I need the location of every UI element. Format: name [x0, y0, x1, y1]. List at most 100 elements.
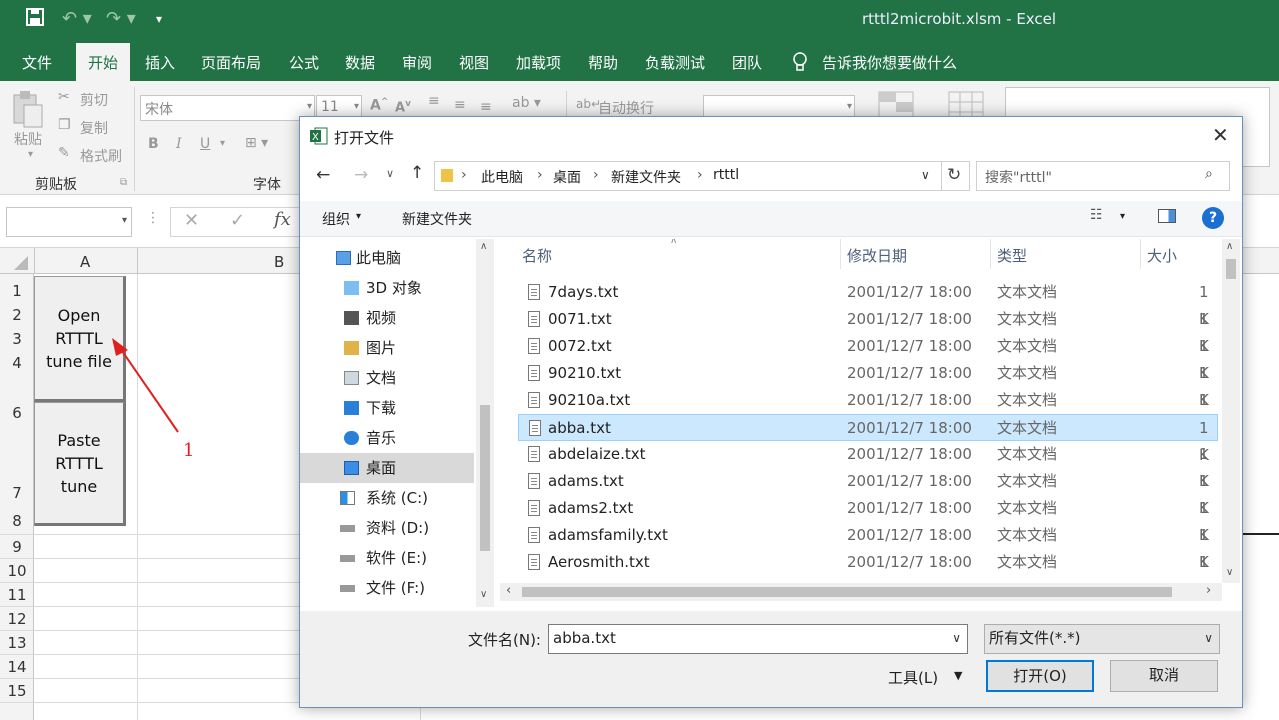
file-type: 文本文档 [997, 472, 1058, 490]
file-row[interactable]: adams2.txt 2001/12/7 18:00 文本文档 1 K [518, 495, 1218, 544]
nav-item-drive-c[interactable]: 系统 (C:) [300, 483, 474, 513]
chevron-up-icon[interactable]: ∧ [1226, 241, 1233, 252]
chevron-down-icon[interactable]: ∨ [1226, 567, 1233, 578]
search-input[interactable]: 搜索"rtttl" [985, 167, 1052, 187]
nav-item-this-pc[interactable]: 此电脑 [300, 243, 474, 273]
column-header-type[interactable]: 类型 [997, 245, 1027, 266]
recent-locations-icon[interactable]: ∨ [386, 167, 394, 180]
nav-item-drive-d[interactable]: 资料 (D:) [300, 513, 474, 543]
breadcrumb-sep-icon: › [461, 167, 467, 183]
file-name: abba.txt [548, 419, 611, 437]
file-list-hscrollbar[interactable]: ‹ › [500, 583, 1222, 601]
nav-item-pictures[interactable]: 图片 [300, 333, 474, 363]
search-icon[interactable]: ⌕ [1205, 166, 1213, 182]
column-header-size[interactable]: 大小 [1147, 245, 1177, 266]
tools-button[interactable]: 工具(L) [888, 667, 938, 688]
column-header-date[interactable]: 修改日期 [847, 245, 907, 266]
nav-item-music[interactable]: 音乐 [300, 423, 474, 453]
nav-item-drive-e[interactable]: 软件 (E:) [300, 543, 474, 573]
preview-pane-icon[interactable] [1158, 209, 1176, 223]
file-name: adams.txt [548, 472, 624, 490]
file-list-vscrollbar[interactable]: ∧ ∨ [1222, 239, 1240, 583]
organize-button[interactable]: 组织 [322, 209, 350, 229]
file-date: 2001/12/7 18:00 [847, 337, 972, 355]
file-type: 文本文档 [997, 499, 1058, 517]
file-row[interactable]: adamsfamily.txt 2001/12/7 18:00 文本文档 1 K [518, 522, 1218, 571]
chevron-down-icon[interactable]: ∨ [1204, 625, 1213, 651]
chevron-right-icon[interactable]: › [1206, 583, 1211, 598]
drive-icon [340, 585, 355, 592]
file-row[interactable]: Aerosmith.txt 2001/12/7 18:00 文本文档 1 K [518, 549, 1218, 576]
file-name: 7days.txt [548, 283, 619, 301]
text-file-icon [528, 284, 540, 300]
forward-icon[interactable]: → [354, 165, 368, 185]
nav-item-downloads[interactable]: 下载 [300, 393, 474, 423]
file-type: 文本文档 [997, 364, 1058, 382]
file-row[interactable]: abdelaize.txt 2001/12/7 18:00 文本文档 1 K [518, 441, 1218, 490]
file-name: 0072.txt [548, 337, 612, 355]
file-row[interactable]: 0072.txt 2001/12/7 18:00 文本文档 1 K [518, 333, 1218, 382]
file-row-selected[interactable]: abba.txt 2001/12/7 18:00 文本文档 1 K [518, 414, 1218, 464]
breadcrumb-new-folder[interactable]: 新建文件夹 [611, 167, 681, 187]
filename-input[interactable]: abba.txt ∨ [548, 624, 968, 654]
file-name: 90210.txt [548, 364, 622, 382]
up-icon[interactable]: ↑ [410, 163, 424, 183]
file-type: 文本文档 [997, 283, 1058, 301]
chevron-down-icon[interactable]: ∨ [921, 168, 930, 182]
file-type: 文本文档 [997, 391, 1058, 409]
dialog-toolbar: 组织 ▾ 新建文件夹 ☷ ▾ ? [300, 201, 1242, 237]
cancel-button[interactable]: 取消 [1110, 660, 1218, 692]
file-type: 文本文档 [997, 419, 1058, 437]
documents-icon [344, 371, 359, 385]
text-file-icon [528, 527, 540, 543]
open-button[interactable]: 打开(O) [986, 660, 1094, 692]
file-list-hscroll-thumb[interactable] [522, 587, 1172, 597]
text-file-icon [529, 420, 541, 436]
file-date: 2001/12/7 18:00 [847, 499, 972, 517]
folder-icon [441, 169, 453, 182]
refresh-icon[interactable]: ↻ [947, 165, 961, 185]
breadcrumb-rtttl[interactable]: rtttl [713, 167, 739, 183]
file-date: 2001/12/7 18:00 [847, 310, 972, 328]
sort-ascending-icon: ∧ [670, 239, 678, 246]
file-date: 2001/12/7 18:00 [847, 419, 972, 437]
new-folder-button[interactable]: 新建文件夹 [402, 209, 472, 229]
nav-item-documents[interactable]: 文档 [300, 363, 474, 393]
file-row[interactable]: 7days.txt 2001/12/7 18:00 文本文档 1 K [518, 279, 1218, 328]
breadcrumb-sep-icon: › [537, 167, 543, 183]
breadcrumb-this-pc[interactable]: 此电脑 [481, 167, 523, 187]
nav-scroll-thumb[interactable] [480, 405, 490, 551]
address-bar[interactable]: › 此电脑 › 桌面 › 新建文件夹 › rtttl ∨ ↻ [434, 161, 970, 191]
chevron-down-icon[interactable]: ∨ [480, 589, 487, 600]
desktop-icon [344, 461, 359, 475]
file-row[interactable]: 90210a.txt 2001/12/7 18:00 文本文档 1 K [518, 387, 1218, 436]
nav-item-desktop[interactable]: 桌面 [300, 453, 474, 483]
file-list-vscroll-thumb[interactable] [1226, 259, 1236, 279]
back-icon[interactable]: ← [316, 165, 330, 185]
file-row[interactable]: 0071.txt 2001/12/7 18:00 文本文档 1 K [518, 306, 1218, 355]
nav-item-drive-f[interactable]: 文件 (F:) [300, 573, 474, 603]
file-type-filter[interactable]: 所有文件(*.*) ∨ [984, 624, 1220, 654]
file-name: adamsfamily.txt [548, 526, 668, 544]
computer-icon [336, 251, 351, 265]
view-options-icon[interactable]: ☷ [1090, 207, 1103, 223]
file-type: 文本文档 [997, 526, 1058, 544]
chevron-left-icon[interactable]: ‹ [506, 583, 511, 598]
close-icon[interactable]: ✕ [1212, 123, 1229, 147]
nav-scrollbar[interactable]: ∧ ∨ [476, 239, 494, 607]
file-row[interactable]: adams.txt 2001/12/7 18:00 文本文档 1 K [518, 468, 1218, 517]
nav-item-3d-objects[interactable]: 3D 对象 [300, 273, 474, 303]
tools-dropdown-icon[interactable]: ▼ [954, 669, 962, 682]
text-file-icon [528, 392, 540, 408]
column-header-name[interactable]: 名称 [522, 245, 552, 266]
search-box[interactable]: 搜索"rtttl" ⌕ [976, 161, 1230, 191]
chevron-down-icon[interactable]: ∨ [952, 625, 961, 651]
music-icon [344, 431, 359, 445]
breadcrumb-desktop[interactable]: 桌面 [553, 167, 581, 187]
nav-item-video[interactable]: 视频 [300, 303, 474, 333]
file-row[interactable]: 90210.txt 2001/12/7 18:00 文本文档 1 K [518, 360, 1218, 409]
chevron-down-icon[interactable]: ▾ [1120, 211, 1125, 222]
navigation-pane: 此电脑 3D 对象 视频 图片 文档 下载 音乐 桌面 系统 (C:) 资料 (… [300, 239, 494, 607]
help-icon[interactable]: ? [1202, 207, 1224, 229]
chevron-up-icon[interactable]: ∧ [480, 241, 487, 252]
